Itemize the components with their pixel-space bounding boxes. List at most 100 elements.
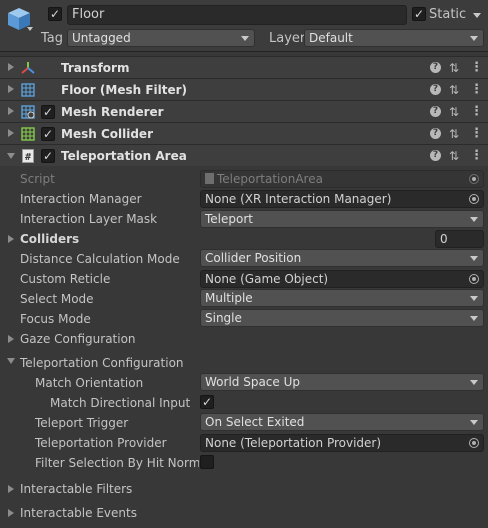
script-icon: # (22, 149, 34, 163)
match-orientation-label: Match Orientation (35, 376, 144, 390)
component-title: Mesh Collider (61, 127, 153, 141)
more-icon[interactable]: ⋮ (470, 149, 483, 163)
check-icon: ✓ (42, 105, 54, 119)
colliders-size-input[interactable]: 0 (435, 230, 484, 248)
match-directional-checkbox[interactable]: ✓ (200, 395, 214, 409)
presets-icon[interactable]: ⇅ (449, 83, 459, 97)
presets-icon[interactable]: ⇅ (449, 149, 459, 163)
fold-arrow-icon[interactable] (7, 153, 15, 159)
match-orientation-dropdown[interactable]: World Space Up (200, 373, 484, 391)
interactable-events-fold-arrow-icon[interactable] (8, 509, 14, 517)
presets-icon[interactable]: ⇅ (449, 127, 459, 141)
gaze-config-label[interactable]: Gaze Configuration (20, 331, 136, 347)
interaction-manager-label: Interaction Manager (20, 192, 142, 206)
more-icon[interactable]: ⋮ (470, 127, 483, 141)
object-picker-icon[interactable] (469, 438, 479, 448)
chevron-down-icon (470, 380, 478, 385)
custom-reticle-field[interactable]: None (Game Object) (200, 270, 484, 288)
interactable-filters-fold-arrow-icon[interactable] (8, 485, 14, 493)
filter-selection-checkbox[interactable] (200, 455, 214, 469)
tag-label: Tag (41, 31, 64, 46)
match-directional-label: Match Directional Input (50, 396, 191, 410)
more-icon[interactable]: ⋮ (470, 83, 483, 97)
object-picker-icon[interactable] (469, 274, 479, 284)
interaction-layer-mask-value: Teleport (205, 212, 253, 226)
check-icon: ✓ (42, 149, 54, 163)
distance-calc-label: Distance Calculation Mode (20, 252, 180, 266)
script-file-icon (205, 173, 214, 184)
fold-arrow-icon[interactable] (8, 85, 14, 93)
object-picker-icon[interactable] (469, 194, 479, 204)
component-mesh-filter[interactable]: Floor (Mesh Filter) ? ⇅ ⋮ (0, 78, 488, 100)
fold-arrow-icon[interactable] (8, 63, 14, 71)
chevron-down-icon (470, 420, 478, 425)
chevron-down-icon (470, 256, 478, 261)
script-field: TeleportationArea (200, 170, 484, 188)
mesh-collider-enabled-toggle[interactable]: ✓ (41, 127, 55, 141)
help-icon[interactable]: ? (430, 128, 441, 139)
more-icon[interactable]: ⋮ (470, 105, 483, 119)
interactable-filters-label[interactable]: Interactable Filters (20, 481, 132, 497)
select-mode-value: Multiple (205, 291, 253, 305)
colliders-fold-arrow-icon[interactable] (8, 235, 14, 243)
tag-value: Untagged (72, 31, 131, 45)
presets-icon[interactable]: ⇅ (449, 61, 459, 75)
component-mesh-collider[interactable]: ✓ Mesh Collider ? ⇅ ⋮ (0, 122, 488, 144)
mesh-renderer-icon (21, 105, 35, 119)
gaze-config-fold-arrow-icon[interactable] (8, 335, 14, 343)
tag-dropdown[interactable]: Untagged (67, 29, 255, 47)
focus-mode-dropdown[interactable]: Single (200, 309, 484, 327)
custom-reticle-value: None (Game Object) (205, 272, 329, 286)
help-icon[interactable]: ? (430, 62, 441, 73)
chevron-down-icon (470, 316, 478, 321)
static-dropdown-caret-icon[interactable] (473, 13, 481, 18)
interaction-layer-mask-dropdown[interactable]: Teleport (200, 210, 484, 228)
teleport-provider-value: None (Teleportation Provider) (205, 436, 382, 450)
check-icon: ✓ (49, 7, 61, 21)
distance-calc-dropdown[interactable]: Collider Position (200, 249, 484, 267)
fold-arrow-icon[interactable] (8, 129, 14, 137)
component-mesh-renderer[interactable]: ✓ Mesh Renderer ? ⇅ ⋮ (0, 100, 488, 122)
icon-dropdown-caret-icon[interactable] (27, 27, 33, 31)
mesh-collider-icon (21, 127, 35, 141)
interaction-manager-field[interactable]: None (XR Interaction Manager) (200, 190, 484, 208)
active-toggle[interactable]: ✓ (48, 7, 62, 21)
match-orientation-value: World Space Up (205, 375, 300, 389)
select-mode-dropdown[interactable]: Multiple (200, 289, 484, 307)
mesh-renderer-enabled-toggle[interactable]: ✓ (41, 105, 55, 119)
interactable-events-label[interactable]: Interactable Events (20, 505, 137, 521)
filter-selection-label: Filter Selection By Hit Normal (35, 456, 199, 470)
component-teleportation-area[interactable]: # ✓ Teleportation Area ? ⇅ ⋮ (0, 144, 488, 166)
check-icon: ✓ (42, 127, 54, 141)
help-icon[interactable]: ? (430, 84, 441, 95)
static-toggle[interactable]: ✓ (412, 7, 426, 21)
object-name-input[interactable]: Floor (67, 5, 407, 25)
object-name-value: Floor (72, 7, 105, 22)
presets-icon[interactable]: ⇅ (449, 105, 459, 119)
component-title: Floor (Mesh Filter) (61, 83, 188, 97)
mesh-filter-icon (21, 83, 35, 97)
object-header: ✓ Floor ✓ Static Tag Untagged Layer Defa… (0, 0, 488, 52)
object-picker-icon (469, 174, 479, 184)
script-label: Script (20, 172, 55, 186)
teleport-trigger-dropdown[interactable]: On Select Exited (200, 413, 484, 431)
component-title: Transform (61, 61, 130, 75)
teleport-config-label[interactable]: Teleportation Configuration (20, 355, 184, 371)
layer-dropdown[interactable]: Default (304, 29, 484, 47)
component-title: Teleportation Area (61, 149, 187, 163)
teleport-config-fold-arrow-icon[interactable] (7, 358, 15, 364)
fold-arrow-icon[interactable] (8, 107, 14, 115)
more-icon[interactable]: ⋮ (470, 61, 483, 75)
chevron-down-icon (470, 296, 478, 301)
teleportation-area-enabled-toggle[interactable]: ✓ (41, 149, 55, 163)
teleport-provider-field[interactable]: None (Teleportation Provider) (200, 434, 484, 452)
layer-value: Default (309, 31, 353, 45)
static-label: Static (429, 7, 467, 22)
script-value: TeleportationArea (217, 172, 323, 186)
colliders-label[interactable]: Colliders (20, 231, 79, 247)
help-icon[interactable]: ? (430, 150, 441, 161)
help-icon[interactable]: ? (430, 106, 441, 117)
component-transform[interactable]: Transform ? ⇅ ⋮ (0, 56, 488, 78)
check-icon: ✓ (413, 7, 425, 21)
chevron-down-icon (470, 217, 478, 222)
